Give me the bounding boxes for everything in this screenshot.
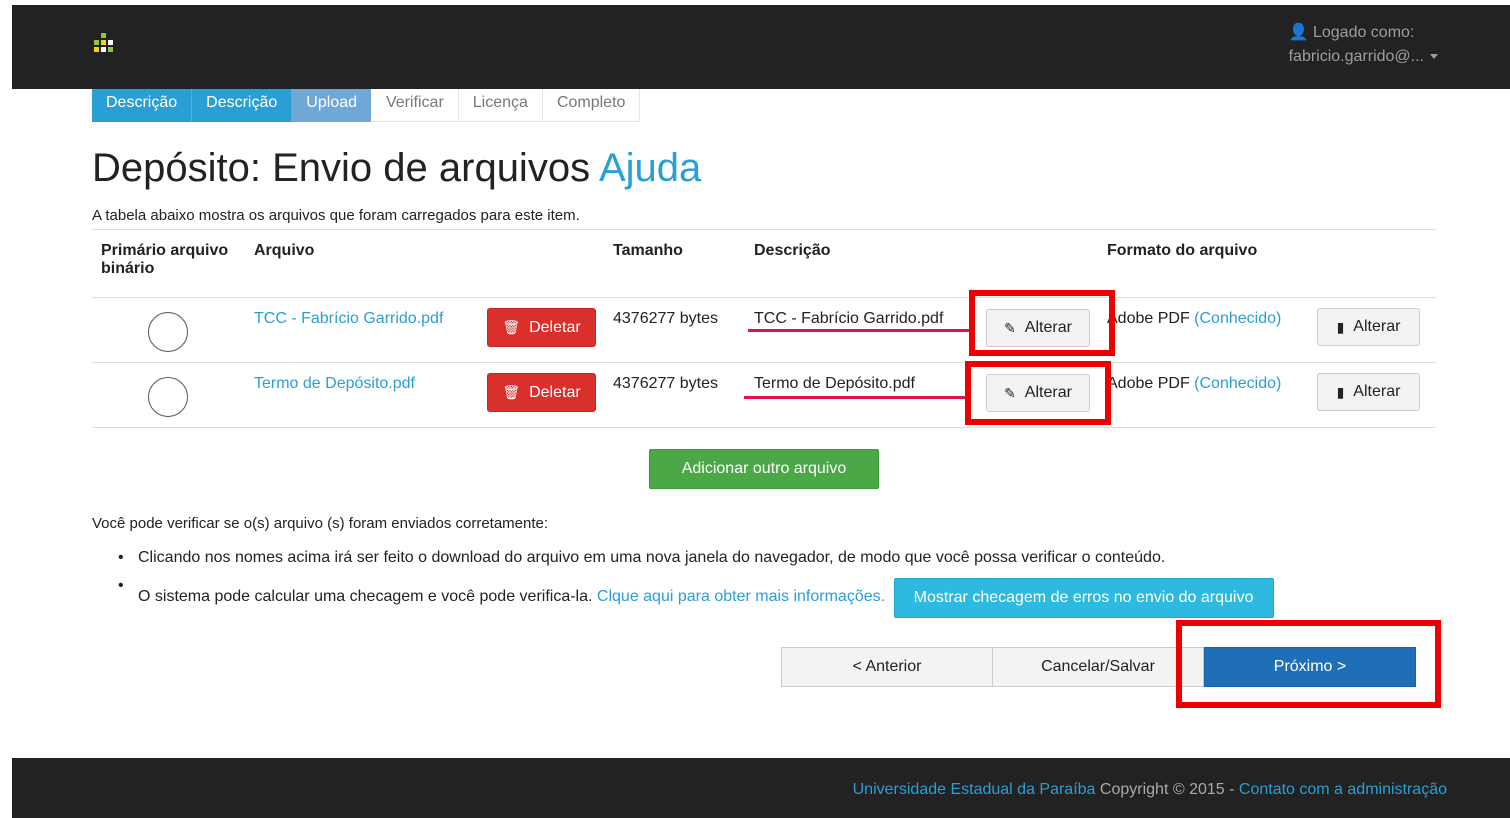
logged-as-label: Logado como: <box>1312 24 1415 41</box>
step-descricao-1[interactable]: Descrição <box>92 89 193 122</box>
caret-down-icon <box>1430 54 1438 60</box>
progress-steps: Descrição Descrição Upload Verificar Lic… <box>92 89 641 122</box>
intro-text: A tabela abaixo mostra os arquivos que f… <box>92 207 580 224</box>
table-row: Termo de Depósito.pdf 🗑 Deletar 4376277 b… <box>92 362 1436 428</box>
file-description: Termo de Depósito.pdf <box>754 375 915 392</box>
more-info-link[interactable]: Clque aqui para obter mais informações. <box>597 588 885 605</box>
cancel-save-button[interactable]: Cancelar/Salvar <box>993 647 1204 687</box>
list-item: Clicando nos nomes acima irá ser feito o… <box>118 549 1274 567</box>
navbar: 👤 Logado como: fabricio.garrido@... <box>12 5 1510 89</box>
annotation-box-next <box>1176 620 1441 708</box>
header-description: Descrição <box>745 229 1098 298</box>
file-icon: ▮ <box>1336 383 1345 400</box>
file-format: Adobe PDF <box>1107 310 1190 327</box>
annotation-box-alter-2 <box>965 361 1111 425</box>
user-icon: 👤 <box>1288 24 1309 41</box>
file-link[interactable]: Termo de Depósito.pdf <box>254 375 415 414</box>
delete-button[interactable]: 🗑 Deletar <box>487 373 596 412</box>
user-menu[interactable]: 👤 Logado como: fabricio.garrido@... <box>1289 21 1438 69</box>
add-file-button[interactable]: Adicionar outro arquivo <box>649 449 879 489</box>
step-upload[interactable]: Upload <box>292 89 372 122</box>
list-item: O sistema pode calcular uma checagem e v… <box>118 577 1274 618</box>
user-name: fabricio.garrido@... <box>1288 48 1424 65</box>
format-status-link[interactable]: (Conhecido) <box>1194 310 1281 327</box>
step-completo: Completo <box>542 89 641 122</box>
delete-button[interactable]: 🗑 Deletar <box>487 308 596 347</box>
verify-list: Clicando nos nomes acima irá ser feito o… <box>118 549 1274 618</box>
file-format: Adobe PDF <box>1107 375 1190 392</box>
logo-icon[interactable] <box>92 33 116 57</box>
primary-radio[interactable] <box>148 377 188 417</box>
page-title: Depósito: Envio de arquivos Ajuda <box>92 146 702 190</box>
header-format: Formato do arquivo <box>1098 229 1436 298</box>
step-verificar: Verificar <box>371 89 459 122</box>
contact-link[interactable]: Contato com a administração <box>1239 781 1447 798</box>
format-status-link[interactable]: (Conhecido) <box>1194 375 1281 392</box>
file-link[interactable]: TCC - Fabrício Garrido.pdf <box>254 310 443 349</box>
step-descricao-2[interactable]: Descrição <box>192 89 293 122</box>
file-size: 4376277 bytes <box>604 297 745 363</box>
copyright-text: Copyright © 2015 - <box>1099 781 1235 798</box>
help-link[interactable]: Ajuda <box>599 146 701 190</box>
file-icon: ▮ <box>1336 318 1345 335</box>
footer: Universidade Estadual da Paraíba Copyrig… <box>12 758 1510 818</box>
show-checksum-button[interactable]: Mostrar checagem de erros no envio do ar… <box>893 578 1274 618</box>
trash-icon: 🗑 <box>502 384 521 400</box>
file-size: 4376277 bytes <box>604 362 745 428</box>
header-primary: Primário arquivo binário <box>92 229 245 298</box>
trash-icon: 🗑 <box>502 319 521 335</box>
header-size: Tamanho <box>604 229 745 298</box>
header-file: Arquivo <box>245 229 604 298</box>
primary-radio[interactable] <box>148 312 188 352</box>
annotation-underline-1 <box>748 329 973 332</box>
annotation-underline-2 <box>744 396 970 399</box>
previous-button[interactable]: < Anterior <box>781 647 993 687</box>
annotation-box-alter-1 <box>969 290 1115 356</box>
university-link[interactable]: Universidade Estadual da Paraíba <box>853 781 1096 798</box>
alter-format-button[interactable]: ▮ Alterar <box>1317 308 1420 346</box>
step-licenca: Licença <box>458 89 543 122</box>
alter-format-button[interactable]: ▮ Alterar <box>1317 373 1420 411</box>
verify-text: Você pode verificar se o(s) arquivo (s) … <box>92 515 549 532</box>
